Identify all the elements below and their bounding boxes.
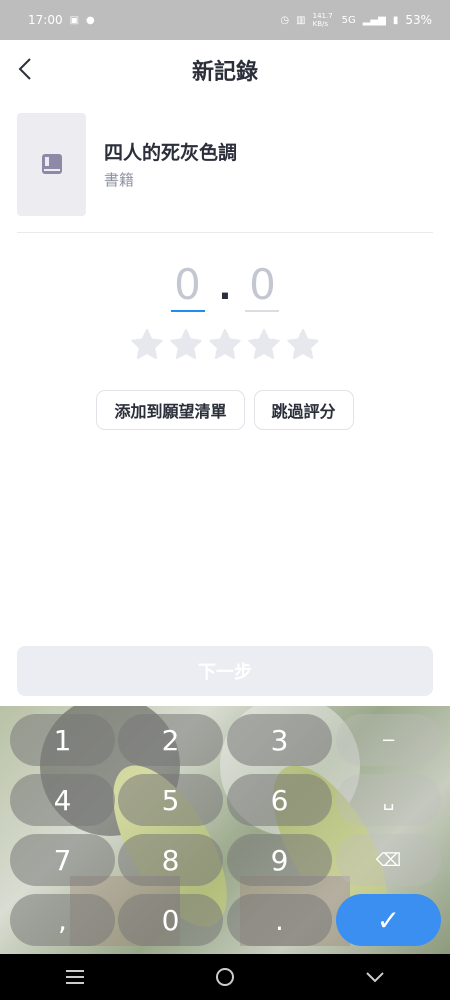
key-2[interactable]: 2 — [118, 714, 223, 766]
chevron-down-icon — [366, 972, 384, 983]
vibrate-icon: ▥ — [296, 14, 306, 26]
key-7[interactable]: 7 — [10, 834, 115, 886]
confirm-key[interactable]: ✓ — [336, 894, 441, 946]
network-type: 5G — [341, 14, 356, 26]
bus-icon: ▣ — [69, 14, 80, 26]
rating-whole-digit[interactable]: 0 — [170, 262, 205, 312]
home-circle-icon — [216, 968, 234, 986]
battery-level: 53% — [405, 13, 432, 27]
hide-keyboard-button[interactable] — [355, 962, 395, 992]
key-period[interactable]: . — [227, 894, 332, 946]
key-4[interactable]: 4 — [10, 774, 115, 826]
rating-input[interactable]: 0 . 0 — [0, 256, 450, 312]
status-bar: 17:00 ▣ ● ◷ ▥ 141.7 KB/s 5G ▂▄▆ ▮ 53% — [0, 0, 450, 40]
key-3[interactable]: 3 — [227, 714, 332, 766]
star-rating[interactable] — [0, 328, 450, 362]
status-time: 17:00 — [28, 13, 63, 27]
chat-icon: ● — [86, 14, 95, 26]
numeric-keyboard: 1 2 3 − 4 5 6 ␣ 7 8 9 ⌫ , 0 . ✓ — [0, 706, 450, 954]
star-icon[interactable] — [169, 328, 203, 362]
item-title: 四人的死灰色調 — [104, 142, 238, 164]
rating-separator: . — [218, 268, 232, 308]
page-title: 新記錄 — [191, 60, 258, 85]
home-button[interactable] — [205, 962, 245, 992]
app-header: 新記錄 — [0, 40, 450, 100]
signal-icon: ▂▄▆ — [362, 14, 386, 26]
key-comma[interactable]: , — [10, 894, 115, 946]
next-button[interactable]: 下一步 — [17, 646, 433, 696]
book-cover-placeholder — [17, 112, 86, 216]
key-9[interactable]: 9 — [227, 834, 332, 886]
key-1[interactable]: 1 — [10, 714, 115, 766]
star-icon[interactable] — [247, 328, 281, 362]
book-icon — [41, 154, 62, 174]
battery-icon: ▮ — [392, 14, 399, 26]
media-item: 四人的死灰色調 書籍 — [17, 112, 432, 216]
key-minus[interactable]: − — [336, 714, 441, 766]
system-nav-bar — [0, 954, 450, 1000]
back-button[interactable] — [12, 56, 38, 82]
item-type: 書籍 — [104, 171, 135, 189]
rating-decimal-digit[interactable]: 0 — [245, 262, 280, 312]
skip-rating-button[interactable]: 跳過評分 — [253, 390, 354, 430]
star-icon[interactable] — [208, 328, 242, 362]
key-6[interactable]: 6 — [227, 774, 332, 826]
recent-apps-button[interactable] — [55, 962, 95, 992]
chevron-left-icon — [18, 58, 31, 80]
backspace-key[interactable]: ⌫ — [336, 834, 441, 886]
key-space[interactable]: ␣ — [336, 774, 441, 826]
star-icon[interactable] — [130, 328, 164, 362]
menu-icon — [66, 970, 84, 984]
divider — [17, 232, 433, 233]
alarm-icon: ◷ — [280, 14, 290, 26]
key-8[interactable]: 8 — [118, 834, 223, 886]
star-icon[interactable] — [286, 328, 320, 362]
add-to-wishlist-button[interactable]: 添加到願望清單 — [96, 390, 245, 430]
key-5[interactable]: 5 — [118, 774, 223, 826]
key-0[interactable]: 0 — [118, 894, 223, 946]
net-speed: 141.7 KB/s — [312, 12, 333, 28]
